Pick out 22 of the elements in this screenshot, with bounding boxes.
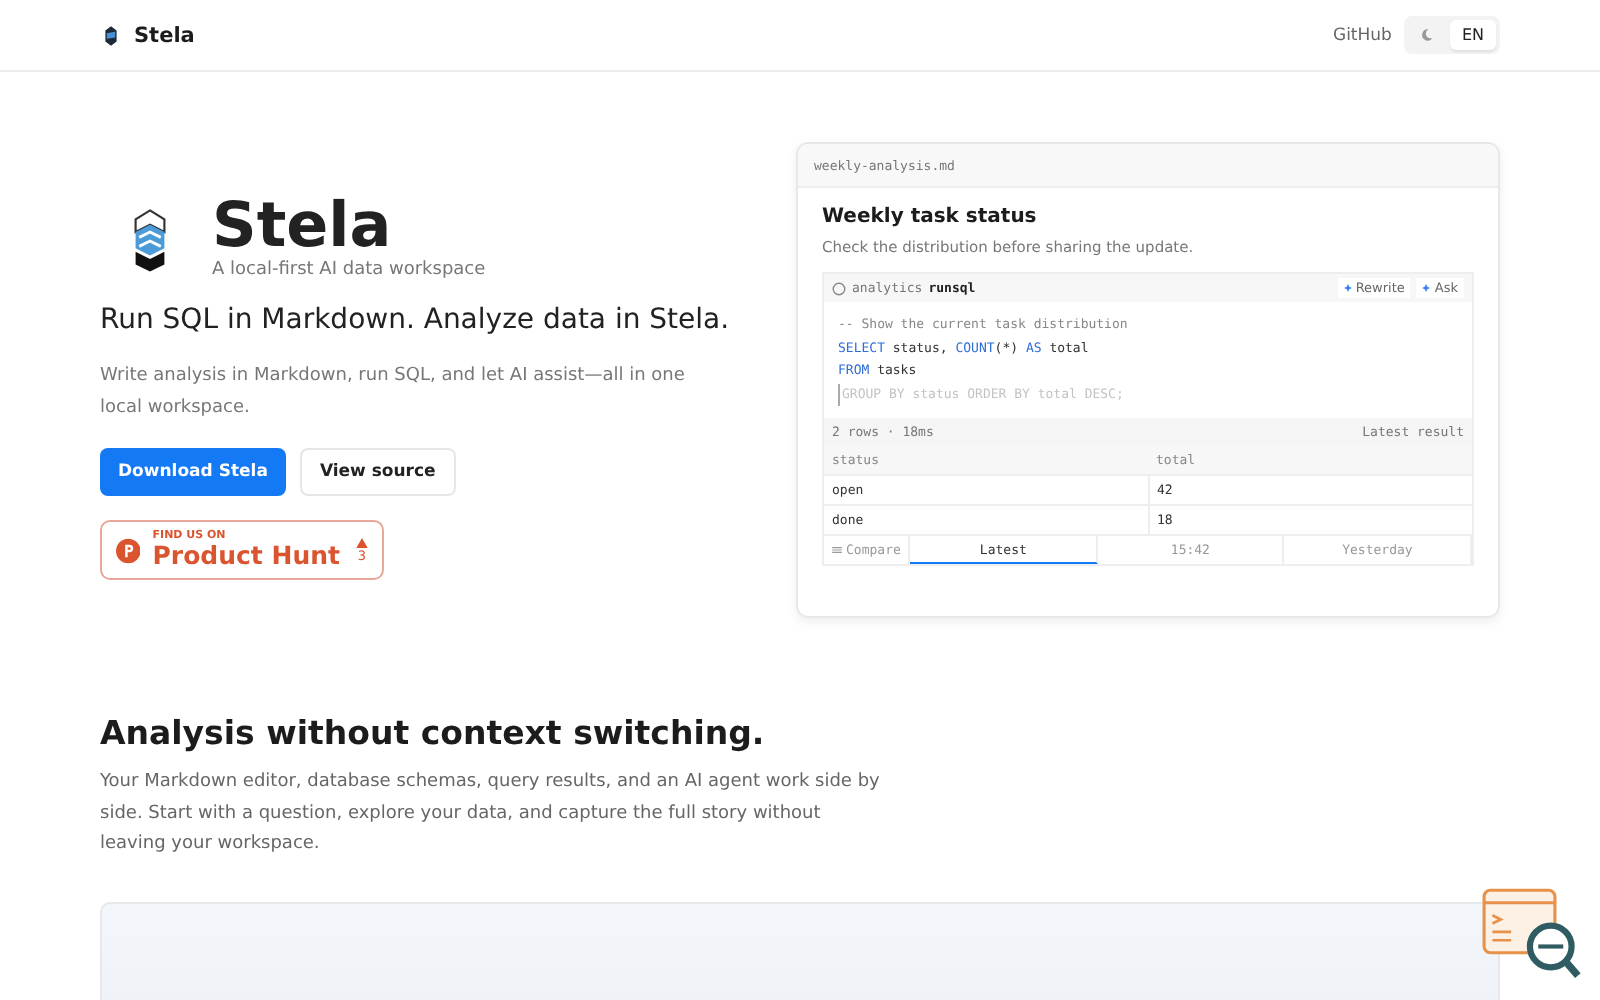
document-title: Weekly task status xyxy=(822,206,1039,228)
section-heading: Analysis without context switching. xyxy=(100,714,767,752)
inspect-widget-icon[interactable] xyxy=(1482,888,1582,980)
badge-name: Product Hunt xyxy=(152,542,340,570)
upvote-icon xyxy=(356,537,368,547)
product-title: Stela xyxy=(212,192,392,260)
sparkle-icon xyxy=(1343,284,1352,292)
moon-icon xyxy=(1419,28,1434,42)
section-description: Your Markdown editor, database schemas, query results, and an AI agent work side by side. Start with a question, explore your data, and capture the full story without leaving your workspace. xyxy=(100,770,880,858)
logo-icon[interactable] xyxy=(104,25,118,45)
list-icon xyxy=(832,546,842,554)
language-option[interactable]: EN xyxy=(1449,20,1496,50)
headline: Run SQL in Markdown. Analyze data in Stela. xyxy=(100,304,732,336)
logo-icon xyxy=(132,208,168,274)
download-button[interactable]: Download Stela xyxy=(100,448,286,496)
github-link[interactable]: GitHub xyxy=(1332,25,1392,45)
sparkle-icon xyxy=(1422,284,1431,292)
source-button[interactable]: View source xyxy=(299,448,456,496)
brand-name[interactable]: Stela xyxy=(134,23,195,47)
circle-icon xyxy=(832,281,846,295)
tagline: A local-first AI data workspace xyxy=(212,260,486,280)
description: Write analysis in Markdown, run SQL, and let AI assist—all in one local workspace. xyxy=(100,364,687,422)
